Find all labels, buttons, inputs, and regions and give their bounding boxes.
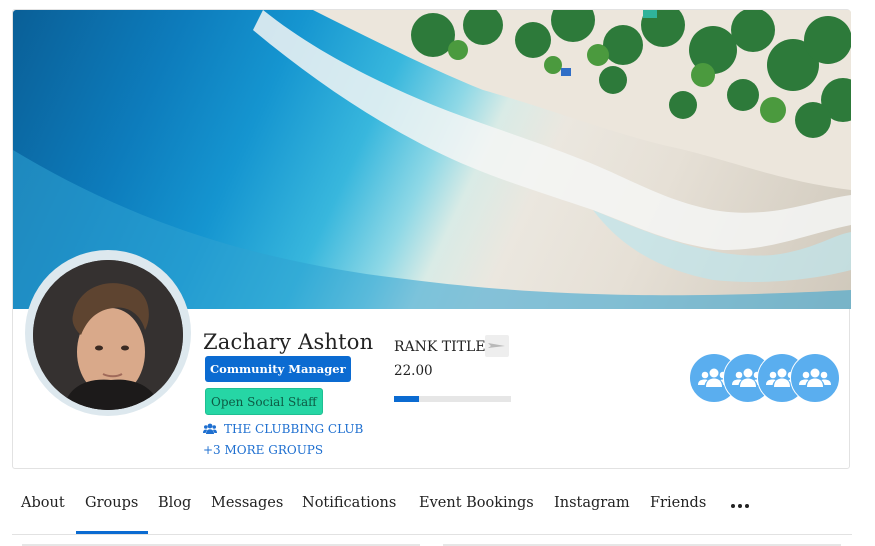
group-name: THE CLUBBING CLUB [224,422,364,436]
profile-tabs: About Groups Blog Messages Notifications Even… [12,486,852,535]
tab-blog[interactable]: Blog [158,495,191,511]
role-badge: Community Manager [205,356,351,382]
users-icon [203,423,217,434]
tab-instagram[interactable]: Instagram [554,495,630,511]
rank-flag-icon [485,335,509,357]
tab-notifications[interactable]: Notifications [302,495,396,511]
tab-event-bookings[interactable]: Event Bookings [419,495,534,511]
active-tab-indicator [76,531,148,534]
profile-name: Zachary Ashton [203,330,374,354]
group-icon [799,368,831,387]
rank-progress-bar [394,396,511,402]
rank-points: 22.00 [394,363,433,379]
rank-title: RANK TITLE [394,339,486,355]
more-groups-link[interactable]: +3 MORE GROUPS [203,443,323,457]
avatar[interactable] [33,260,183,410]
more-tabs-icon[interactable] [731,504,749,508]
group-link[interactable]: THE CLUBBING CLUB [203,422,363,436]
tab-friends[interactable]: Friends [650,495,706,511]
group-avatar-4[interactable] [790,353,840,403]
staff-badge: Open Social Staff [205,388,323,415]
rank-progress-fill [394,396,419,402]
tab-groups[interactable]: Groups [85,495,138,511]
tab-messages[interactable]: Messages [211,495,283,511]
tab-about[interactable]: About [21,495,65,511]
